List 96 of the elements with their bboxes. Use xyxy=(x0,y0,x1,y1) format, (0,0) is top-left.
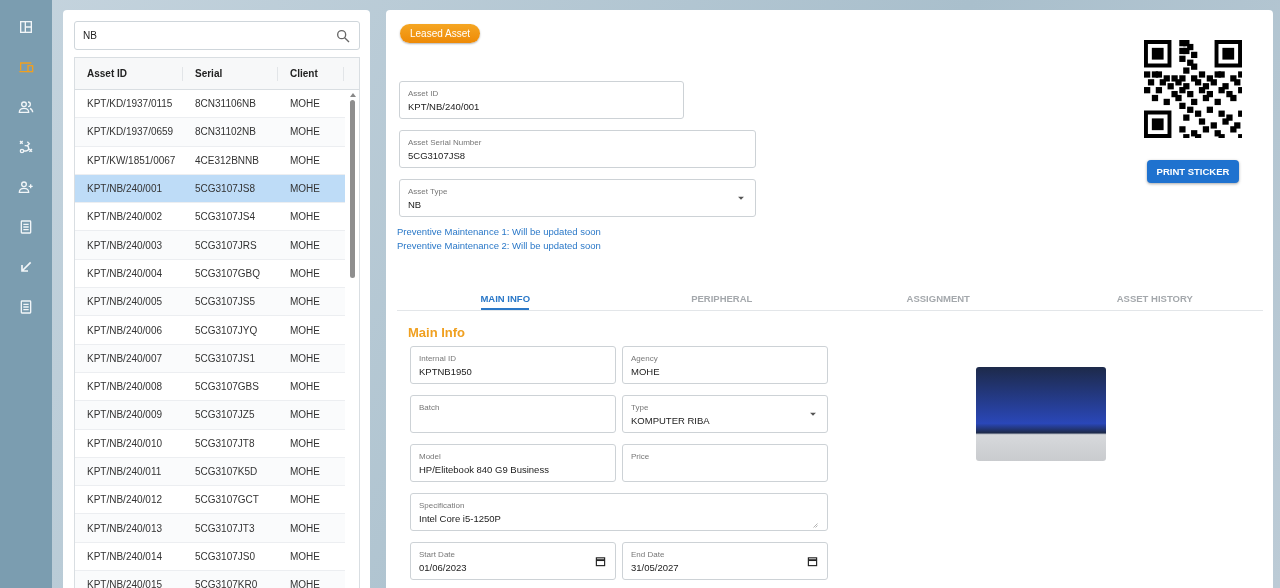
input-field[interactable]: Model HP/Elitebook 840 G9 Business xyxy=(410,444,616,482)
input-field[interactable]: Agency MOHE xyxy=(622,346,828,384)
input-field[interactable]: Asset ID KPT/NB/240/001 xyxy=(399,81,684,119)
table-row[interactable]: KPT/NB/240/005 5CG3107JS5 MOHE xyxy=(75,288,345,317)
table-cell-text: KPT/NB/240/002 xyxy=(86,211,164,223)
table-cell-text: MOHE xyxy=(289,437,321,449)
table-cell-text: 5CG3107GCT xyxy=(194,494,260,506)
table-cell-text: 5CG3107K5D xyxy=(194,466,259,477)
table-cell-text: KPT/NB/240/014 xyxy=(86,550,164,562)
add-user-icon xyxy=(18,179,34,195)
table-cell-text: MOHE xyxy=(289,409,321,421)
table-cell-text: MOHE xyxy=(289,211,321,223)
table-cell-text: KPT/NB/240/004 xyxy=(86,267,164,279)
table-cell-text: KPT/NB/240/015 xyxy=(86,579,164,588)
table-row[interactable]: KPT/NB/240/001 5CG3107JS8 MOHE xyxy=(75,174,345,204)
table-cell-text: MOHE xyxy=(289,381,321,393)
table-cell-text: MOHE xyxy=(289,126,321,138)
search-field[interactable]: NB xyxy=(74,21,360,50)
table-cell-text: KPT/KW/1851/0067 xyxy=(86,154,177,166)
arrow-icon xyxy=(18,259,34,275)
table-cell-text: MOHE xyxy=(289,324,321,336)
table-row[interactable]: KPT/NB/240/009 5CG3107JZ5 MOHE xyxy=(75,401,345,430)
table-cell-text: 5CG3107JRS xyxy=(194,239,258,251)
table-cell-text: KPT/NB/240/011 xyxy=(86,466,163,477)
table-cell-text: 5CG3107JS8 xyxy=(194,183,257,195)
table-row[interactable]: KPT/NB/240/011 5CG3107K5D MOHE xyxy=(75,457,345,487)
input-field[interactable]: Asset Type NB xyxy=(399,179,756,217)
table-cell-text: KPT/KD/1937/0115 xyxy=(86,98,174,110)
table-cell-text: KPT/NB/240/007 xyxy=(86,352,164,364)
maintenance-note: Preventive Maintenance 2: Will be updated soon xyxy=(397,240,601,252)
table-row[interactable]: KPT/NB/240/007 5CG3107JS1 MOHE xyxy=(75,344,345,373)
table-row[interactable]: KPT/NB/240/003 5CG3107JRS MOHE xyxy=(75,231,345,260)
section-title: Main Info xyxy=(408,325,467,340)
table-cell-text: KPT/NB/240/001 xyxy=(86,183,164,195)
table-cell-text: KPT/NB/240/009 xyxy=(86,409,164,421)
table-cell-text: MOHE xyxy=(289,494,321,506)
table-cell-text: 5CG3107JT8 xyxy=(194,437,256,449)
table-cell-text: MOHE xyxy=(289,267,321,279)
route-icon xyxy=(18,139,34,155)
table-cell-text: KPT/NB/240/010 xyxy=(86,437,164,449)
table-cell-text: 8CN31102NB xyxy=(194,126,257,138)
table-cell-text: MOHE xyxy=(289,183,321,195)
table-cell-text: 5CG3107JS0 xyxy=(194,550,257,562)
table-cell-text: 5CG3107JZ5 xyxy=(194,409,256,421)
table-cell-text: KPT/NB/240/003 xyxy=(86,239,164,251)
table-cell-text: MOHE xyxy=(289,98,321,110)
table-cell-text: 5CG3107JS5 xyxy=(194,296,257,308)
table-row[interactable]: KPT/NB/240/015 5CG3107KR0 MOHE xyxy=(75,571,345,588)
calendar-icon xyxy=(595,555,606,567)
table-cell-text: KPT/NB/240/005 xyxy=(86,296,164,308)
table-row[interactable]: KPT/KD/1937/0659 8CN31102NB MOHE xyxy=(75,118,345,147)
resize-handle-icon xyxy=(812,522,818,528)
table-cell-text: KPT/NB/240/008 xyxy=(86,381,164,393)
table-cell-text: KPT/KD/1937/0659 xyxy=(86,126,175,138)
table-cell-text: KPT/NB/240/012 xyxy=(86,494,164,506)
input-field[interactable]: Specification Intel Core i5-1250P xyxy=(410,493,828,531)
table-cell-text: MOHE xyxy=(289,352,321,364)
input-field[interactable]: Type KOMPUTER RIBA xyxy=(622,395,828,433)
column-header[interactable]: Serial xyxy=(183,66,278,81)
print-sticker-button[interactable]: PRINT STICKER xyxy=(1146,160,1240,183)
layout-icon xyxy=(18,19,34,35)
table-cell-text: 5CG3107JT3 xyxy=(194,522,256,534)
input-field[interactable]: Asset Serial Number 5CG3107JS8 xyxy=(399,130,756,168)
table-cell-text: MOHE xyxy=(289,522,321,534)
table-cell-text: 5CG3107GBQ xyxy=(194,267,262,279)
input-field[interactable]: Internal ID KPTNB1950 xyxy=(410,346,616,384)
users-icon xyxy=(18,99,34,115)
input-field[interactable]: Batch xyxy=(410,395,616,433)
table-cell-text: 4CE312BNNB xyxy=(194,154,260,166)
table-cell-text: MOHE xyxy=(289,296,321,308)
table-cell-text: KPT/NB/240/013 xyxy=(86,522,164,534)
document-icon xyxy=(18,219,34,235)
search-icon xyxy=(335,27,351,44)
table-cell-text: 5CG3107JS1 xyxy=(194,352,257,364)
table-cell-text: 5CG3107JYQ xyxy=(194,324,259,336)
table-cell-text: MOHE xyxy=(289,239,321,251)
table-cell-text: MOHE xyxy=(289,550,321,562)
column-header[interactable]: Asset ID xyxy=(75,66,183,81)
status-badge: Leased Asset xyxy=(400,24,481,43)
column-header[interactable]: Client xyxy=(278,66,344,81)
maintenance-note: Preventive Maintenance 1: Will be updated soon xyxy=(397,226,601,238)
table-cell-text: KPT/NB/240/006 xyxy=(86,324,164,336)
table-cell-text: MOHE xyxy=(289,466,321,477)
devices-icon xyxy=(18,59,34,75)
table-cell-text: 5CG3107JS4 xyxy=(194,211,257,223)
table-row[interactable]: KPT/NB/240/013 5CG3107JT3 MOHE xyxy=(75,514,345,543)
table-cell-text: MOHE xyxy=(289,154,321,166)
input-field[interactable]: Price xyxy=(622,444,828,482)
calendar-icon xyxy=(807,555,818,567)
input-field[interactable]: End Date 31/05/2027 xyxy=(622,542,828,580)
document-icon xyxy=(18,299,34,315)
table-cell-text: MOHE xyxy=(289,579,321,588)
table-cell-text: 5CG3107GBS xyxy=(194,381,260,393)
table-cell-text: 8CN31106NB xyxy=(194,98,257,110)
table-cell-text: 5CG3107KR0 xyxy=(194,579,259,588)
input-field[interactable]: Start Date 01/06/2023 xyxy=(410,542,616,580)
